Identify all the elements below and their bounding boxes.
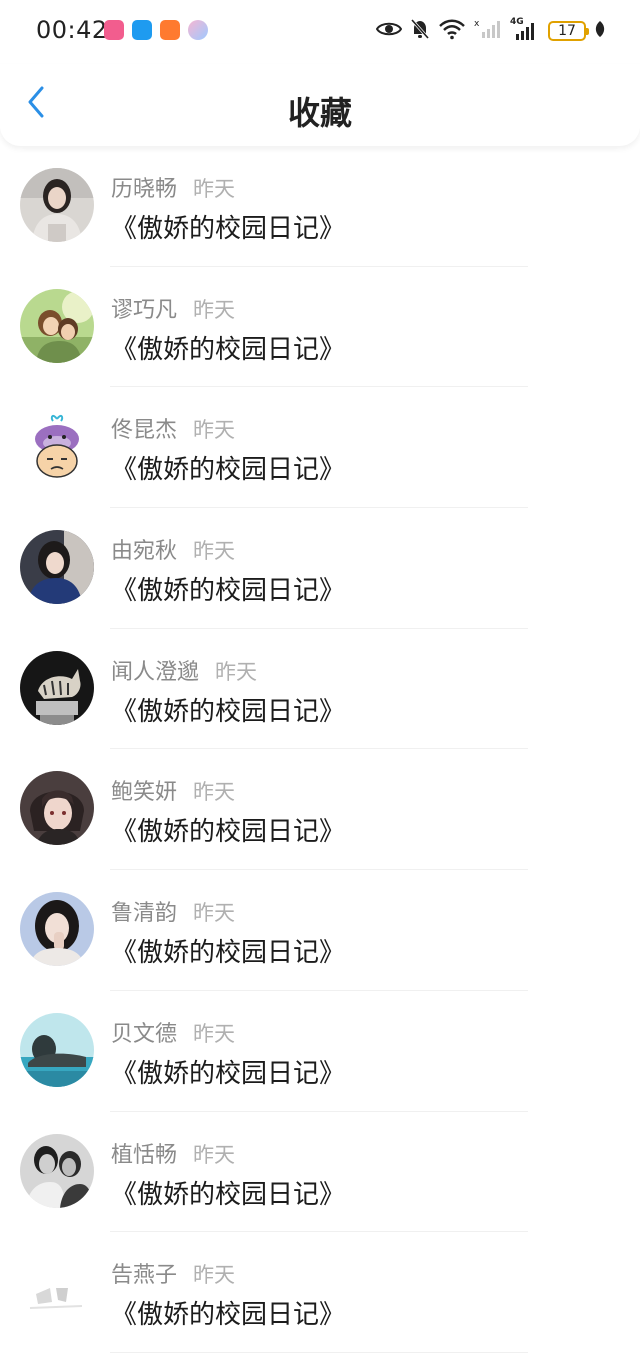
header-bar: 收藏 (0, 64, 640, 146)
item-time: 昨天 (193, 1142, 236, 1167)
item-time: 昨天 (193, 177, 236, 201)
item-title: 《傲娇的校园日记》 (111, 817, 346, 848)
avatar (20, 650, 94, 725)
item-title: 《傲娇的校园日记》 (111, 455, 346, 486)
item-title: 《傲娇的校园日记》 (111, 576, 346, 607)
item-name: 由宛秋 昨天 (111, 539, 236, 565)
favorites-list: 历晓畅 昨天 《傲娇的校园日记》 谬巧凡 昨天 《傲娇的校园日记》 佟昆杰 昨天… (0, 146, 640, 1353)
item-time: 昨天 (193, 1263, 236, 1288)
list-item[interactable]: 告燕子 昨天 《傲娇的校园日记》 (0, 1232, 640, 1353)
item-name: 谬巧凡 昨天 (111, 297, 236, 323)
list-item[interactable]: 鲁清韵 昨天 《傲娇的校园日记》 (0, 870, 640, 991)
item-title: 《傲娇的校园日记》 (111, 696, 346, 727)
item-time: 昨天 (193, 297, 236, 322)
page-title: 收藏 (287, 94, 352, 132)
list-item[interactable]: 历晓畅 昨天 《傲娇的校园日记》 (0, 146, 640, 267)
list-item[interactable]: 佟昆杰 昨天 《傲娇的校园日记》 (0, 387, 640, 508)
item-name: 植恬畅 昨天 (111, 1142, 236, 1168)
svg-text:x: x (474, 19, 480, 29)
avatar (20, 1254, 94, 1329)
list-item[interactable]: 由宛秋 昨天 《傲娇的校园日记》 (0, 508, 640, 629)
item-time: 昨天 (193, 1021, 236, 1046)
list-item[interactable]: 鲍笑妍 昨天 《傲娇的校园日记》 (0, 749, 640, 870)
chat-app-icon (132, 20, 152, 40)
item-time: 昨天 (193, 418, 236, 443)
item-time: 昨天 (193, 901, 236, 926)
item-name: 鲁清韵 昨天 (111, 901, 236, 927)
orange-app-icon (160, 20, 180, 40)
avatar (20, 1133, 94, 1208)
status-bar: 00:42 x 4G 17 (0, 0, 640, 64)
item-time: 昨天 (193, 539, 236, 564)
item-name: 历晓畅 昨天 (111, 177, 236, 202)
list-item[interactable]: 植恬畅 昨天 《傲娇的校园日记》 (0, 1112, 640, 1233)
favorites-screen: 00:42 x 4G 17 收藏 历晓畅 昨天 《傲娇的校园日记》 谬巧凡 昨天… (0, 0, 640, 1363)
status-time: 00:42 (36, 16, 108, 44)
list-item[interactable]: 谬巧凡 昨天 《傲娇的校园日记》 (0, 267, 640, 388)
eye-icon (375, 20, 403, 42)
avatar (20, 288, 94, 363)
list-item[interactable]: 闻人澄邈 昨天 《傲娇的校园日记》 (0, 629, 640, 750)
list-item[interactable]: 贝文德 昨天 《傲娇的校园日记》 (0, 991, 640, 1112)
item-title: 《傲娇的校园日记》 (111, 1300, 346, 1331)
leaf-icon (594, 20, 606, 42)
item-time: 昨天 (215, 659, 258, 684)
mute-bell-icon (410, 18, 430, 44)
avatar (20, 892, 94, 967)
item-time: 昨天 (193, 780, 236, 805)
battery-indicator: 17 (548, 21, 589, 41)
avatar (20, 168, 94, 242)
item-name: 告燕子 昨天 (111, 1263, 236, 1289)
wifi-icon (438, 18, 466, 44)
avatar (20, 409, 94, 484)
avatar (20, 771, 94, 846)
avatar (20, 1012, 94, 1087)
assistant-app-icon (188, 20, 208, 40)
item-title: 《傲娇的校园日记》 (111, 1179, 346, 1210)
signal-icon-sim1: x (474, 18, 502, 44)
item-title: 《傲娇的校园日记》 (111, 214, 346, 244)
bilibili-app-icon (104, 20, 124, 40)
item-name: 鲍笑妍 昨天 (111, 780, 236, 806)
item-title: 《傲娇的校园日记》 (111, 334, 346, 365)
status-indicators: x 4G 17 (375, 17, 606, 44)
battery-level: 17 (558, 23, 576, 39)
avatar (20, 530, 94, 605)
item-name: 闻人澄邈 昨天 (111, 659, 258, 685)
item-title: 《傲娇的校园日记》 (111, 1058, 346, 1089)
item-name: 佟昆杰 昨天 (111, 418, 236, 444)
notification-icons (104, 20, 208, 40)
signal-icon-4g: 4G (510, 17, 540, 42)
item-name: 贝文德 昨天 (111, 1021, 236, 1047)
item-title: 《傲娇的校园日记》 (111, 938, 346, 969)
